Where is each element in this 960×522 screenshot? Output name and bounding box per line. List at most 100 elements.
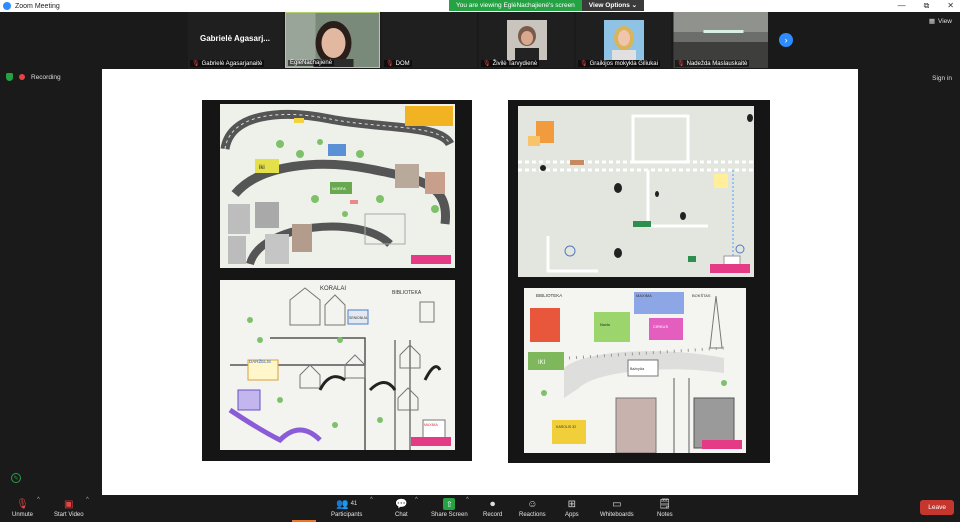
status-row: Recording [6,73,61,81]
sign-karolis: KAROLIS 32 [556,425,576,429]
share-options-caret[interactable]: ^ [466,497,469,503]
apps-button[interactable]: ⊞ Apps [565,498,579,519]
zoom-logo-icon [3,2,11,10]
view-options-button[interactable]: View Options ⌄ [581,0,645,11]
drawing-map-roads: iki NORFA [220,104,455,268]
drawing-map-town: BIBLIOTEKA MAXIMA BOKŠTAS Norfa CIRKUS I… [524,288,746,453]
chat-icon: 💬 [395,498,408,510]
author-tag [710,264,750,273]
participant-video [506,20,547,60]
video-off-icon: ▣ [64,498,74,510]
participant-video [603,20,644,60]
drawing-illustration: KORALAI BIBLIOTEKA SENIŪNIJA DARŽELIS MA… [220,280,455,450]
window-controls: — ⧉ ✕ [898,0,954,12]
mic-muted-icon: 🎙 [580,61,588,67]
author-tag [411,255,451,264]
restore-button[interactable]: ⧉ [924,0,930,12]
sign-baznycia: Bažnyčia [630,367,644,371]
sign-iki: iki [259,165,265,171]
participant-tile-speaking[interactable]: EglėNachajienė [285,12,380,68]
sign-biblioteka-2: BIBLIOTEKA [536,293,562,298]
sign-cirkus: CIRKUS [653,324,668,329]
participant-tile[interactable]: 🎙 Nadežda Maslauskaitė [673,12,768,68]
participants-label: Participants [331,512,363,518]
close-button[interactable]: ✕ [947,0,954,12]
share-screen-label: Share Screen [431,512,468,518]
participant-tile[interactable]: Gabrielė Agasarj... 🎙 Gabrielė Agasarjana… [188,12,283,68]
start-video-button[interactable]: ▣ Start Video [54,498,84,519]
chat-button[interactable]: 💬 Chat [395,498,408,519]
drawing-map-plan [518,106,754,277]
participants-button[interactable]: 👥 41 Participants [331,498,363,519]
sign-in-link[interactable]: Sign in [932,75,952,82]
recording-label: Recording [31,73,61,81]
mic-muted-icon: 🎙 [192,61,200,67]
mic-muted-icon: 🎙 [677,61,685,67]
viewing-screen-label: You are viewing EglėNachajienė's screen [449,0,582,11]
record-icon: ⏺ [490,498,496,510]
participant-big-name: Gabrielė Agasarj... [200,34,270,43]
leave-button[interactable]: Leave [920,500,954,515]
security-shield-icon[interactable] [6,73,13,81]
notes-label: Notes [657,512,673,518]
view-button[interactable]: ▦ View [928,17,952,26]
participant-name-tag: EglėNachajienė [288,60,335,66]
participant-name-tag: 🎙 Nadežda Maslauskaitė [675,60,750,67]
participant-name: DOM [395,60,410,67]
record-button[interactable]: ⏺ Record [483,498,503,519]
participant-name-tag: 🎙 DOM [384,60,412,67]
chat-options-caret[interactable]: ^ [415,497,418,503]
unmute-button[interactable]: 🎙 Unmute [12,498,34,519]
video-options-caret[interactable]: ^ [86,497,89,503]
annotate-pencil-button[interactable]: ✎ [11,473,21,483]
author-tag [411,437,451,446]
record-label: Record [483,512,503,518]
author-tag [702,440,742,449]
reactions-icon: ☺ [527,498,538,510]
chat-label: Chat [395,512,408,518]
participant-tile[interactable]: 🎙 Živilė Tarvydienė [479,12,574,68]
sign-iki-2: IKI [538,360,546,366]
sign-norfa-2: Norfa [600,322,611,327]
sign-maxima: MAXIMA [424,423,438,427]
sign-darzelis: DARŽELIS [249,357,271,364]
audio-options-caret[interactable]: ^ [37,497,40,503]
apps-label: Apps [565,512,579,518]
shared-screen: iki NORFA KORALAI BIBLIOTEKA SENIŪNIJA D… [102,69,858,495]
participant-name: Živilė Tarvydienė [492,60,538,67]
drawing-map-village: KORALAI BIBLIOTEKA SENIŪNIJA DARŽELIS MA… [220,280,455,450]
sign-norfa: NORFA [332,186,346,191]
pencil-icon: ✎ [13,475,19,482]
reactions-button[interactable]: ☺ Reactions [519,498,546,519]
notes-button[interactable]: 🗒 Notes [657,498,673,519]
drawing-board-left: iki NORFA KORALAI BIBLIOTEKA SENIŪNIJA D… [202,100,472,461]
recording-dot-icon [19,74,25,80]
participants-icon: 👥 41 [336,498,358,510]
reactions-label: Reactions [519,512,546,518]
participant-tile[interactable]: 🎙 Graikijos mokykla Giliukai [576,12,671,68]
apps-icon: ⊞ [567,498,577,510]
mic-muted-icon: 🎙 [386,61,394,67]
gallery-next-button[interactable]: › [779,33,793,47]
whiteboard-icon: ▭ [612,498,622,510]
drawing-board-right: BIBLIOTEKA MAXIMA BOKŠTAS Norfa CIRKUS I… [508,100,770,463]
sign-biblioteka: BIBLIOTEKA [392,290,422,296]
grid-icon: ▦ [928,18,936,25]
drawing-illustration: iki NORFA [220,104,455,268]
participant-tile[interactable]: 🎙 DOM [382,12,477,68]
mic-muted-icon: 🎙 [483,61,491,67]
gallery-strip: Gabrielė Agasarj... 🎙 Gabrielė Agasarjana… [188,12,768,68]
share-screen-button[interactable]: ⇧ Share Screen [431,498,468,518]
unmute-label: Unmute [12,512,34,518]
sign-bokstas: BOKŠTAS [692,293,711,298]
participant-name: Graikijos mokykla Giliukai [589,60,658,67]
view-label: View [938,17,952,25]
notes-icon: 🗒 [658,498,672,510]
drawing-illustration [518,106,754,277]
minimize-button[interactable]: — [898,0,906,12]
share-screen-icon: ⇧ [443,498,456,510]
participants-options-caret[interactable]: ^ [370,497,373,503]
whiteboards-label: Whiteboards [600,512,634,518]
whiteboards-button[interactable]: ▭ Whiteboards [600,498,634,519]
mic-muted-icon: 🎙 [16,498,29,510]
